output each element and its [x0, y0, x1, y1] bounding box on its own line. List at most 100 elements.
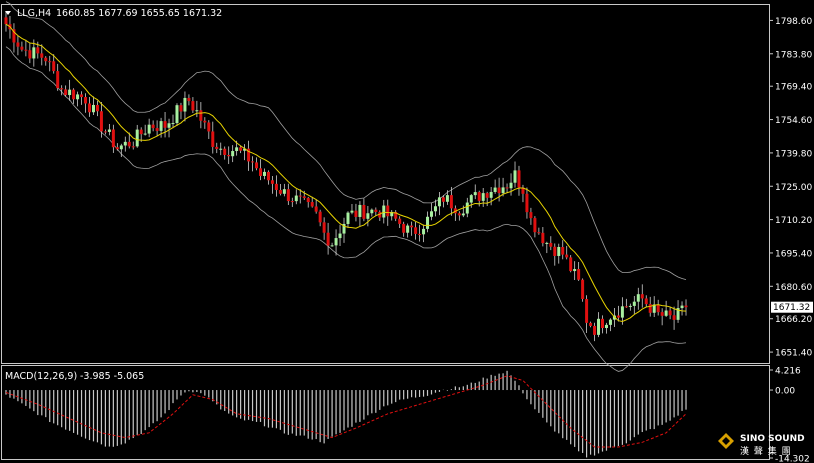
candle [565, 245, 569, 260]
diamond-logo-icon [718, 433, 734, 449]
candle [247, 140, 251, 171]
candle [68, 79, 72, 101]
candle [676, 300, 680, 323]
candle [326, 222, 330, 255]
candle [390, 209, 394, 221]
candle [422, 224, 426, 243]
price-tick-label: 1798.60 [775, 17, 812, 27]
candle [537, 227, 541, 235]
candle [394, 210, 398, 222]
candle [453, 205, 457, 221]
candle [278, 183, 282, 196]
current-price-tag: 1671.32 [771, 301, 813, 313]
macd-tick-label: 4.216 [775, 367, 801, 377]
candle [664, 300, 668, 317]
candle [656, 299, 660, 316]
candle [378, 210, 382, 221]
candle [191, 97, 195, 113]
candle [636, 287, 640, 310]
bollinger-bands [5, 1, 687, 372]
candle [167, 118, 171, 138]
candle [577, 262, 581, 281]
candle [426, 211, 430, 233]
candle [211, 121, 215, 154]
candle [628, 303, 632, 311]
candle [147, 118, 151, 138]
candle [533, 216, 537, 238]
candle [314, 199, 318, 214]
candle [64, 85, 68, 97]
symbol-header[interactable]: LLG,H4 1660.85 1677.69 1655.65 1671.32 [5, 8, 222, 19]
price-tick-label: 1783.80 [775, 50, 812, 60]
candle [91, 96, 95, 115]
candle [56, 63, 60, 91]
candle [163, 111, 167, 138]
candle [76, 91, 80, 107]
candle [223, 146, 227, 160]
candle [99, 102, 103, 138]
candle [668, 306, 672, 320]
ohlc-values: 1660.85 1677.69 1655.65 1671.32 [56, 8, 222, 19]
price-tick-label: 1651.40 [775, 349, 812, 359]
candle [569, 255, 573, 273]
candle [151, 120, 155, 132]
candle [115, 143, 119, 151]
candle [95, 100, 99, 117]
candle [553, 243, 557, 266]
candle [111, 124, 115, 153]
candle [16, 35, 20, 56]
candle [251, 156, 255, 172]
candle [541, 227, 545, 247]
candle [135, 124, 139, 148]
macd-indicator [5, 370, 687, 458]
candle [179, 102, 183, 120]
candle [557, 243, 561, 264]
price-tick-label: 1710.20 [775, 216, 812, 226]
candle [282, 183, 286, 197]
current-price-label: 1671.32 [773, 303, 810, 313]
candle [274, 175, 278, 197]
candle [437, 192, 441, 216]
candle [342, 217, 346, 243]
candle [334, 229, 338, 256]
candle [107, 124, 111, 136]
candle [485, 191, 489, 207]
candle [175, 103, 179, 127]
candle [624, 298, 628, 308]
candlestick-series [4, 11, 688, 342]
bollinger-upper [5, 1, 687, 281]
candle [406, 223, 410, 238]
candle [402, 221, 406, 237]
candle [513, 161, 517, 188]
candle [215, 142, 219, 154]
candle [243, 144, 247, 161]
bollinger-lower [5, 46, 687, 372]
candle [255, 157, 259, 171]
candle [290, 197, 294, 207]
price-tick-label: 1725.00 [775, 183, 812, 193]
candle [88, 96, 91, 117]
candle [505, 183, 509, 193]
candle [187, 94, 191, 106]
candle [44, 56, 48, 66]
candle [143, 124, 147, 136]
candle [24, 39, 28, 57]
macd-header: MACD(12,26,9) -3.985 -5.065 [5, 371, 144, 382]
candle [473, 184, 477, 200]
candle [338, 224, 342, 246]
symbol-label: LLG,H4 [17, 8, 51, 19]
candle [231, 145, 235, 163]
price-tick-label: 1666.20 [775, 315, 812, 325]
candle [350, 204, 354, 215]
candle [561, 240, 565, 260]
candle [270, 176, 274, 194]
price-tick-label: 1769.40 [775, 83, 812, 93]
candle [597, 312, 601, 338]
candle [346, 211, 350, 228]
moving-average [5, 23, 687, 322]
candle [430, 203, 433, 221]
macd-signal-line [5, 375, 687, 448]
candle [398, 216, 402, 229]
candle [457, 211, 461, 221]
candle [72, 88, 76, 104]
